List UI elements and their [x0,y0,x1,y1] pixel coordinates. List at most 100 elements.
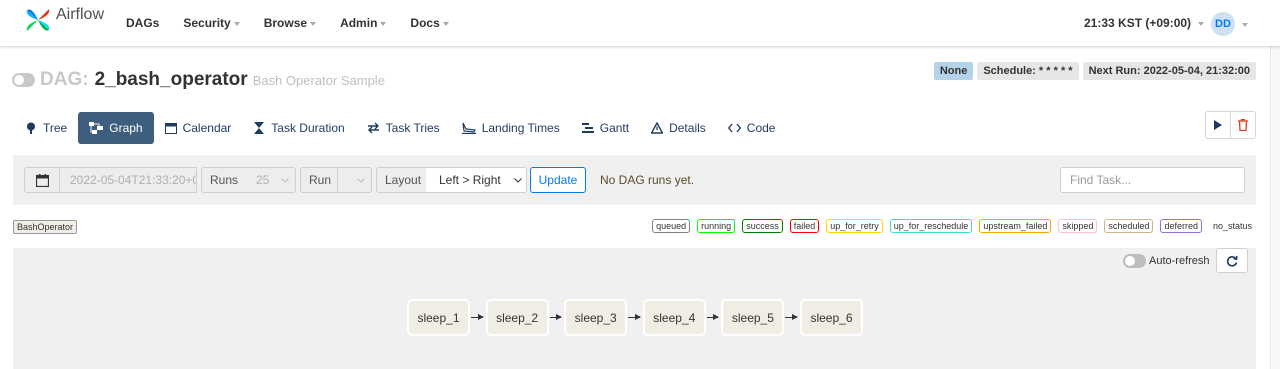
tab-task-duration[interactable]: Task Duration [242,112,355,144]
task-edge-arrow [785,314,798,320]
legend-running[interactable]: running [697,219,736,233]
chevron-down-icon [514,178,522,183]
runs-select[interactable]: 25 [243,167,296,193]
update-button[interactable]: Update [530,167,586,193]
dag-description: Bash Operator Sample [252,73,385,88]
calendar-icon [164,123,177,134]
task-edge-arrow [706,314,719,320]
airflow-logo-icon [26,9,50,31]
dag-graph-canvas[interactable]: Auto-refresh sleep_1 sleep_2 sleep_3 sleep_… [13,248,1256,369]
nav-browse[interactable]: Browse [263,16,317,30]
user-avatar[interactable]: DD [1211,12,1235,36]
nav-security[interactable]: Security [183,16,240,30]
legend-skipped[interactable]: skipped [1058,219,1098,233]
retry-icon [367,122,379,134]
auto-refresh-toggle[interactable] [1123,254,1146,268]
dag-id: 2_bash_operator [94,69,248,90]
brand[interactable]: Airflow [24,6,104,34]
task-edge-arrow [628,314,641,320]
layout-label: Layout [376,167,427,193]
view-tabs: Tree Graph Calendar Task Duration Task T… [14,112,786,144]
nav-dags[interactable]: DAGs [126,16,159,30]
nav-docs-label: Docs [410,16,440,30]
run-select[interactable] [337,167,372,193]
brand-name: Airflow [56,6,105,23]
legend-no-status[interactable]: no_status [1208,219,1256,233]
main-nav: DAGs Security Browse Admin Docs [126,0,473,46]
delete-dag-button[interactable] [1230,112,1255,138]
trigger-dag-button[interactable] [1206,112,1230,138]
operator-legend-badge[interactable]: BashOperator [13,220,78,234]
auto-refresh-label: Auto-refresh [1149,255,1210,267]
state-legend: queued running success failed up_for_retry up… [645,219,1256,233]
tree-icon [27,122,35,134]
dag-title: DAG: 2_bash_operator Bash Operator Sampl… [40,69,385,91]
tab-code[interactable]: Code [717,112,787,144]
legend-scheduled[interactable]: scheduled [1104,219,1154,233]
play-icon [1214,120,1223,130]
legend-upstream-failed[interactable]: upstream_failed [979,219,1052,233]
page-scrollbar[interactable] [1270,0,1280,369]
tab-label: Gantt [599,121,630,135]
chevron-down-icon [380,22,387,26]
nav-dags-label: DAGs [126,16,160,30]
task-node[interactable]: sleep_3 [564,299,628,336]
task-edge-arrow [471,314,484,320]
tab-label: Task Duration [271,121,345,135]
tab-calendar[interactable]: Calendar [154,112,243,144]
legend-up-for-reschedule[interactable]: up_for_reschedule [889,219,973,233]
tab-label: Task Tries [385,121,440,135]
task-node[interactable]: sleep_5 [721,299,785,336]
legend-success[interactable]: success [742,219,783,233]
graph-filter-toolbar: 2022-05-04T21:33:20+09 Runs 25 Run Layou… [13,155,1256,205]
run-label: Run [300,167,338,193]
chevron-down-icon [1198,22,1205,26]
base-date-input[interactable]: 2022-05-04T21:33:20+09 [60,167,197,193]
dag-state-badge: None [933,62,974,80]
legend-deferred[interactable]: deferred [1160,219,1202,233]
nav-docs[interactable]: Docs [410,16,449,30]
status-message: No DAG runs yet. [600,173,695,187]
tab-graph[interactable]: Graph [78,112,154,144]
legend-queued[interactable]: queued [652,219,691,233]
chevron-down-icon[interactable] [1242,23,1248,27]
date-picker-button[interactable] [24,167,60,193]
timezone-clock[interactable]: 21:33 KST (+09:00) [1084,16,1205,30]
plane-icon [461,122,476,134]
graph-icon [89,122,104,134]
runs-label: Runs [201,167,248,193]
tab-landing-times[interactable]: Landing Times [451,112,571,144]
chevron-down-icon [310,22,317,26]
task-edge-arrow [549,314,562,320]
tab-tree[interactable]: Tree [14,112,78,144]
task-node[interactable]: sleep_1 [407,299,470,336]
legend-failed[interactable]: failed [789,219,820,233]
tab-label: Code [746,121,776,135]
trash-icon [1238,119,1249,131]
chevron-down-icon [233,22,240,26]
hourglass-icon [254,122,265,134]
clock-label: 21:33 KST (+09:00) [1084,16,1192,30]
task-node[interactable]: sleep_6 [800,299,863,336]
nav-admin[interactable]: Admin [340,16,387,30]
tab-label: Details [669,121,706,135]
tab-details[interactable]: Details [640,112,717,144]
nav-browse-label: Browse [263,16,308,30]
dag-prefix: DAG: [40,69,89,90]
schedule-badge: Schedule: * * * * * [977,62,1079,80]
legend-up-for-retry[interactable]: up_for_retry [826,219,883,233]
tab-gantt[interactable]: Gantt [571,112,640,144]
tab-task-tries[interactable]: Task Tries [356,112,451,144]
dag-pause-toggle[interactable] [12,73,35,87]
top-navbar: Airflow DAGs Security Browse Admin Docs … [0,0,1280,46]
task-node[interactable]: sleep_2 [485,299,549,336]
refresh-button[interactable] [1216,248,1248,273]
dag-actions [1205,111,1256,139]
task-node[interactable]: sleep_4 [642,299,706,336]
layout-select[interactable]: Left > Right [426,167,527,193]
find-task-input[interactable]: Find Task... [1060,167,1245,193]
code-icon [727,123,741,133]
tab-label: Calendar [182,121,232,135]
tab-label: Tree [43,121,68,135]
chevron-down-icon [357,178,365,183]
